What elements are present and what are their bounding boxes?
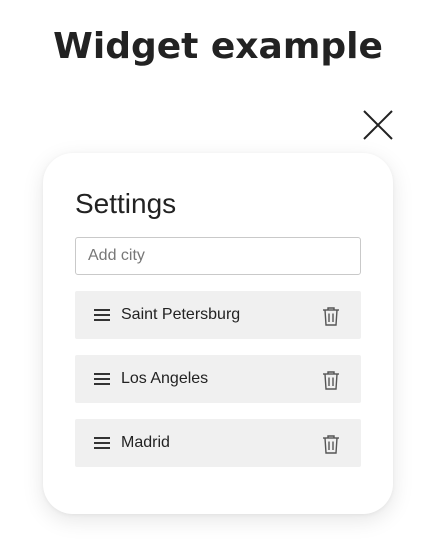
delete-city-button[interactable]: [319, 368, 343, 392]
settings-card: Settings Saint Petersburg: [43, 153, 393, 514]
trash-icon: [323, 435, 339, 454]
city-list-item[interactable]: Saint Petersburg: [75, 291, 361, 339]
page-title: Widget example: [53, 26, 383, 67]
close-button[interactable]: [362, 109, 394, 141]
delete-city-button[interactable]: [319, 432, 343, 456]
city-name: Saint Petersburg: [121, 306, 241, 323]
city-list-item[interactable]: Madrid: [75, 419, 361, 467]
delete-city-button[interactable]: [319, 304, 343, 328]
trash-icon: [323, 307, 339, 326]
page: Widget example Settings Saint Petersburg: [0, 0, 444, 559]
drag-handle-icon[interactable]: [94, 307, 110, 323]
drag-handle-icon[interactable]: [94, 435, 110, 451]
add-city-input[interactable]: [75, 237, 361, 275]
close-icon: [363, 110, 393, 140]
city-name: Los Angeles: [121, 370, 209, 387]
settings-title: Settings: [75, 188, 177, 219]
trash-icon: [323, 371, 339, 390]
city-name: Madrid: [121, 434, 170, 451]
city-list: Saint Petersburg Los Angeles Madrid: [75, 291, 361, 483]
city-list-item[interactable]: Los Angeles: [75, 355, 361, 403]
drag-handle-icon[interactable]: [94, 371, 110, 387]
